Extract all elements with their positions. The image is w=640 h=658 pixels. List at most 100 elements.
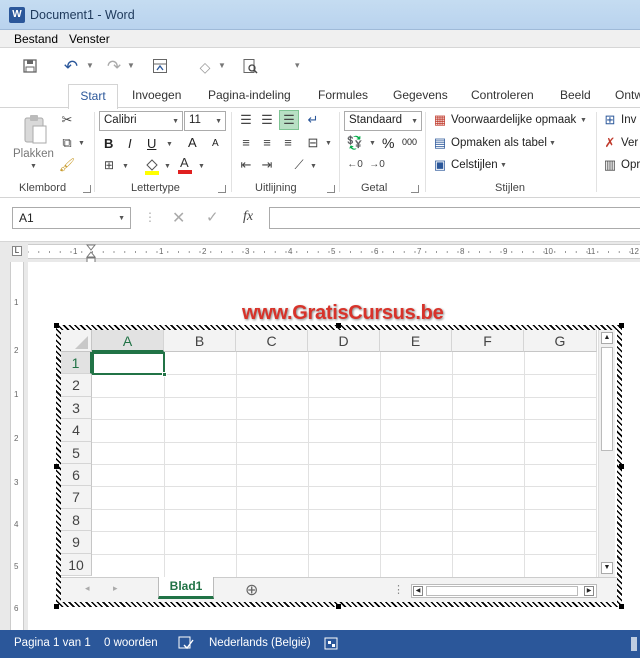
format-cells-icon[interactable]: ▥ <box>601 156 619 174</box>
format-painter-icon[interactable]: 🖌 <box>58 156 76 174</box>
tab-ontwerpen[interactable]: Ontw <box>615 88 640 102</box>
insert-cells-button[interactable]: Inv <box>621 114 636 126</box>
row-header-4[interactable]: 4 <box>61 419 92 442</box>
align-bottom-icon[interactable]: ☰ <box>279 110 299 130</box>
paste-dropdown-icon[interactable]: ▼ <box>30 163 37 170</box>
increase-indent-icon[interactable]: ⇥ <box>258 156 276 174</box>
clipboard-launcher-icon[interactable] <box>83 185 91 193</box>
accounting-format-icon[interactable]: 💱 <box>346 134 364 152</box>
column-header-a[interactable]: A <box>92 330 164 352</box>
save-icon[interactable] <box>21 58 39 76</box>
column-header-b[interactable]: B <box>164 330 236 352</box>
row-header-8[interactable]: 8 <box>61 508 92 532</box>
tab-pagina-indeling[interactable]: Pagina-indeling <box>208 88 291 102</box>
hscroll-thumb[interactable] <box>426 586 578 596</box>
macro-record-icon[interactable] <box>324 637 338 650</box>
resize-handle[interactable] <box>336 604 341 609</box>
row-header-3[interactable]: 3 <box>61 396 92 420</box>
italic-button[interactable]: I <box>128 136 132 151</box>
fill-handle[interactable] <box>162 372 167 377</box>
proofing-icon[interactable] <box>178 636 194 650</box>
tab-split-grip-icon[interactable]: ⋮ <box>393 583 404 596</box>
cell-styles-icon[interactable]: ▣ <box>431 156 449 174</box>
name-box-dropdown-icon[interactable]: ▼ <box>118 215 125 222</box>
conditional-dropdown-icon[interactable]: ▼ <box>580 117 587 124</box>
borders-dropdown-icon[interactable]: ▼ <box>122 163 129 170</box>
vertical-scrollbar[interactable]: ▲ ▼ <box>598 330 615 577</box>
column-header-c[interactable]: C <box>236 330 308 352</box>
menu-bestand[interactable]: Bestand <box>14 32 58 46</box>
format-as-table-icon[interactable]: ▤ <box>431 134 449 152</box>
copy-icon[interactable]: ⧉ <box>58 134 76 152</box>
wrap-text-icon[interactable]: ↵ <box>304 111 322 129</box>
column-header-e[interactable]: E <box>380 330 452 352</box>
bold-button[interactable]: B <box>104 136 113 151</box>
word-count[interactable]: 0 woorden <box>104 637 158 649</box>
print-preview-icon[interactable] <box>241 58 259 76</box>
tab-start[interactable]: Start <box>68 84 118 109</box>
fill-color-icon[interactable] <box>144 157 160 175</box>
orientation-icon[interactable]: ⟋ <box>290 156 308 174</box>
font-name-dropdown-icon[interactable]: ▼ <box>172 118 179 125</box>
view-button-icon[interactable] <box>631 637 637 651</box>
resize-handle[interactable] <box>54 604 59 609</box>
align-right-icon[interactable]: ≡ <box>279 134 297 152</box>
redo-dropdown-icon[interactable]: ▼ <box>127 61 135 70</box>
language-indicator[interactable]: Nederlands (België) <box>209 637 311 649</box>
undo-icon[interactable]: ↶ <box>62 58 80 76</box>
tab-beeld[interactable]: Beeld <box>560 88 591 102</box>
paste-button[interactable]: Plakken <box>13 148 54 160</box>
cancel-icon[interactable]: ✕ <box>172 208 185 228</box>
accounting-dropdown-icon[interactable]: ▼ <box>369 140 376 147</box>
column-header-d[interactable]: D <box>308 330 380 352</box>
format-cells-button[interactable]: Opr <box>621 159 640 171</box>
scroll-up-icon[interactable]: ▲ <box>601 332 613 344</box>
enter-icon[interactable]: ✓ <box>206 208 219 226</box>
tab-selector-icon[interactable]: L <box>12 246 22 256</box>
horizontal-scrollbar[interactable]: ◀ ▶ <box>411 584 597 598</box>
resize-handle[interactable] <box>54 323 59 328</box>
merge-center-icon[interactable]: ⊟ <box>304 134 322 152</box>
vertical-ruler[interactable]: 1 2 1 2 3 4 5 6 <box>10 262 24 630</box>
align-left-icon[interactable]: ≡ <box>237 134 255 152</box>
select-all-corner[interactable] <box>61 330 92 352</box>
font-color-dropdown-icon[interactable]: ▼ <box>198 163 205 170</box>
font-size-dropdown-icon[interactable]: ▼ <box>215 118 222 125</box>
increase-decimal-icon[interactable]: ←0 <box>346 156 364 174</box>
sheet-tab-blad1[interactable]: Blad1 <box>158 577 214 599</box>
tab-invoegen[interactable]: Invoegen <box>132 88 181 102</box>
delete-cells-button[interactable]: Ver <box>621 137 638 149</box>
column-header-g[interactable]: G <box>524 330 597 352</box>
resize-handle[interactable] <box>619 604 624 609</box>
orientation-dropdown-icon[interactable]: ▼ <box>310 163 317 170</box>
redo-icon[interactable]: ↷ <box>105 58 123 76</box>
formula-input[interactable] <box>269 207 640 229</box>
fill-color-dropdown-icon[interactable]: ▼ <box>164 163 171 170</box>
column-header-f[interactable]: F <box>452 330 524 352</box>
decrease-indent-icon[interactable]: ⇤ <box>237 156 255 174</box>
paste-icon[interactable] <box>22 114 48 146</box>
next-sheet-icon[interactable]: ▸ <box>113 583 118 594</box>
shrink-font-button[interactable]: A <box>212 138 219 149</box>
font-name-field[interactable]: Calibri ▼ <box>99 111 183 131</box>
add-sheet-icon[interactable]: ⊕ <box>245 580 258 600</box>
tab-formules[interactable]: Formules <box>318 88 368 102</box>
font-launcher-icon[interactable] <box>218 185 226 193</box>
alignment-launcher-icon[interactable] <box>327 185 335 193</box>
percent-style-button[interactable]: % <box>382 135 394 151</box>
row-header-9[interactable]: 9 <box>61 531 92 554</box>
align-middle-icon[interactable]: ☰ <box>258 111 276 129</box>
format-as-table-button[interactable]: Opmaken als tabel <box>451 137 547 149</box>
comma-style-button[interactable]: 000 <box>402 137 417 147</box>
horizontal-ruler[interactable]: 1 1 2 3 4 5 6 7 8 9 10 11 12 <box>28 244 640 265</box>
name-box[interactable]: A1 ▼ <box>12 207 131 229</box>
align-center-icon[interactable]: ≡ <box>258 134 276 152</box>
cut-icon[interactable]: ✂ <box>58 111 76 129</box>
conditional-formatting-icon[interactable]: ▦ <box>431 111 449 129</box>
undo-dropdown-icon[interactable]: ▼ <box>86 61 94 70</box>
row-header-2[interactable]: 2 <box>61 374 92 397</box>
copy-dropdown-icon[interactable]: ▼ <box>78 140 85 147</box>
scrollbar-thumb[interactable] <box>601 347 613 451</box>
insert-cells-icon[interactable]: ⊞ <box>601 111 619 129</box>
word-app-icon[interactable]: W <box>9 7 25 23</box>
